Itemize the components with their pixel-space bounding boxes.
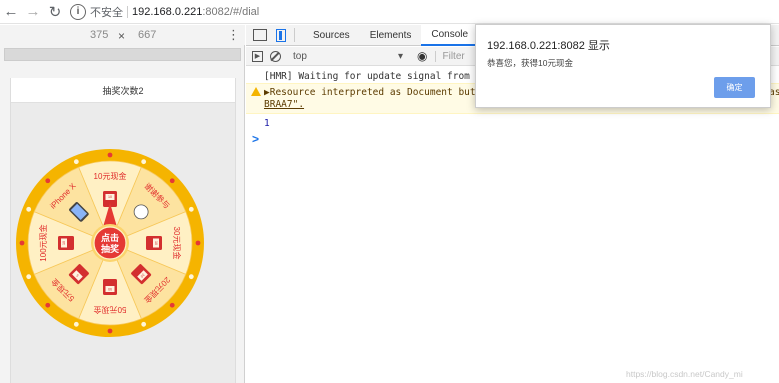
context-select[interactable]: top ▾ <box>293 51 403 62</box>
prize-wheel: 10元现金10 谢谢参与30元现金1020元现金2050元现金505元现金5100… <box>16 149 204 337</box>
device-toggle-icon[interactable] <box>276 28 286 42</box>
envelope-label: 10 <box>62 241 66 245</box>
page-title: 抽奖次数2 <box>11 78 235 103</box>
spin-label-2: 抽奖 <box>101 243 120 254</box>
filter-input[interactable]: Filter <box>435 50 465 62</box>
rim-light-dot <box>73 159 79 165</box>
more-icon[interactable]: ⋮ <box>227 27 240 43</box>
spin-label-1: 点击 <box>101 232 119 243</box>
envelope-label: 10 <box>154 241 158 245</box>
rim-light-dot <box>45 302 51 308</box>
rim-light-dot <box>73 321 79 327</box>
sidebar-toggle-icon[interactable]: ▶ <box>252 50 263 62</box>
red-envelope-icon: 10 <box>58 236 74 250</box>
rim-light-dot <box>169 178 175 184</box>
tab-divider <box>294 28 295 42</box>
rim-light-dot <box>141 159 147 165</box>
rim-light-dot <box>195 240 201 246</box>
warning-link[interactable]: BRAA7". <box>264 99 304 110</box>
prize-label: 10元现金 <box>94 171 127 181</box>
rim-light-dot <box>107 328 113 334</box>
info-icon[interactable]: i <box>70 3 86 20</box>
rim-light-dot <box>188 206 194 212</box>
browser-window: ← → ↻ i 不安全 192.168.0.221:8082/#/dial 37… <box>0 0 779 383</box>
tab-sources[interactable]: Sources <box>303 25 360 46</box>
media-query-bar[interactable] <box>4 48 241 61</box>
warning-text[interactable]: ▶Resource interpreted as Document but t <box>264 87 487 98</box>
console-output-value: 1 <box>264 118 270 129</box>
rim-light-dot <box>188 274 194 280</box>
context-value: top <box>293 50 307 62</box>
url-divider <box>127 5 128 18</box>
rim-light-dot <box>26 274 32 280</box>
prize-label: 30元现金 <box>172 227 182 260</box>
tab-elements[interactable]: Elements <box>360 25 422 46</box>
forward-icon[interactable]: → <box>22 1 44 23</box>
warning-icon <box>251 87 261 96</box>
rim-light-dot <box>107 152 113 158</box>
back-icon[interactable]: ← <box>0 1 22 23</box>
url-path: :8082/#/dial <box>202 5 260 18</box>
rim-light-dot <box>19 240 25 246</box>
device-emulator-pane: 375 × 667 ⋮ 抽奖次数2 10元现金 10 谢谢参与 30元现金 10 20元现… <box>0 25 245 383</box>
device-width[interactable]: 375 <box>90 29 108 41</box>
rim-light-dot <box>169 302 175 308</box>
ok-button[interactable]: 确定 <box>714 77 755 98</box>
url-field[interactable]: 192.168.0.221:8082/#/dial <box>132 6 259 18</box>
envelope-label: 50 <box>108 287 112 291</box>
clear-console-icon[interactable] <box>270 50 281 62</box>
address-bar: ← → ↻ i 不安全 192.168.0.221:8082/#/dial <box>0 0 779 24</box>
rim-light-dot <box>26 206 32 212</box>
times-icon: × <box>118 29 126 43</box>
device-toolbar: 375 × 667 ⋮ <box>0 25 245 45</box>
watermark: https://blog.csdn.net/Candy_mi <box>626 369 743 379</box>
prize-label: 50元现金 <box>94 305 127 315</box>
envelope-label: 10 <box>108 195 112 199</box>
url-host: 192.168.0.221 <box>132 5 203 18</box>
tab-console[interactable]: Console <box>421 24 479 46</box>
dialog-message: 恭喜您，获得10元现金 <box>487 58 573 68</box>
prize-label: 100元现金 <box>38 224 48 261</box>
chevron-down-icon: ▾ <box>397 50 403 62</box>
alert-dialog: 192.168.0.221:8082 显示 恭喜您，获得10元现金 确定 <box>475 24 771 108</box>
not-secure-label: 不安全 <box>90 6 123 19</box>
rim-light-dot <box>45 178 51 184</box>
console-log-line: [HMR] Waiting for update signal from WDS <box>264 71 493 82</box>
red-envelope-icon: 10 <box>146 236 162 250</box>
eye-icon[interactable]: ◉ <box>417 49 427 63</box>
console-prompt[interactable]: > <box>252 132 259 146</box>
rim-light-dot <box>141 321 147 327</box>
red-envelope-icon: 50 <box>103 279 117 295</box>
reload-icon[interactable]: ↻ <box>44 1 66 23</box>
inspect-icon[interactable] <box>253 29 267 41</box>
dialog-title: 192.168.0.221:8082 显示 <box>487 40 610 52</box>
device-height[interactable]: 667 <box>138 29 156 41</box>
